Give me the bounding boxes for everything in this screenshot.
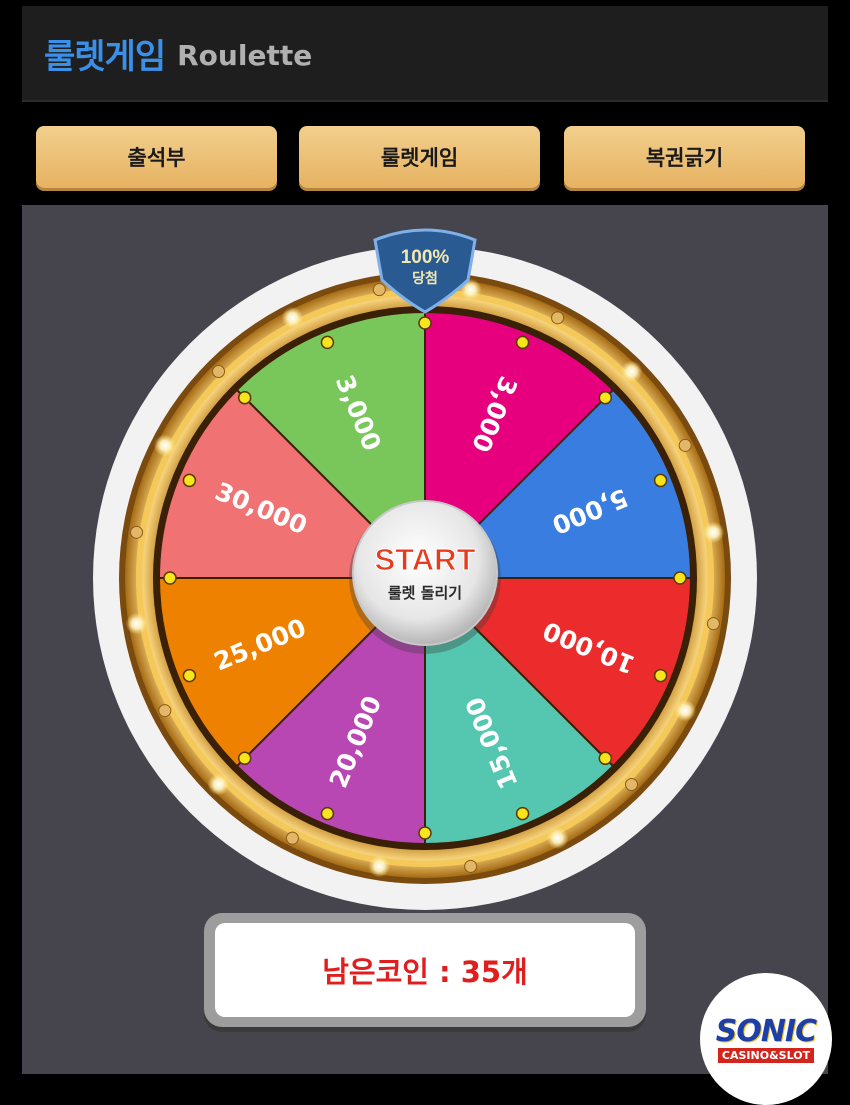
segment-mid-dot [653,668,668,683]
rim-stud [624,777,638,791]
segment-mid-dot [320,806,335,821]
rim-stud [678,438,692,452]
rim-stud [464,859,478,873]
logo-sub-text: CASINO&SLOT [717,1048,815,1063]
rim-stud [706,617,720,631]
segment-divider-dot [598,390,613,405]
segment-divider-dot [237,751,252,766]
rim-light-bulb [281,306,304,329]
segment-divider-dot [163,571,177,585]
rim-light-bulb [702,521,725,544]
rim-stud [158,704,172,718]
rim-light-bulb [125,612,148,635]
segment-divider-dot [418,316,432,330]
segment-mid-dot [182,668,197,683]
segment-divider-dot [418,826,432,840]
rim-light-bulb [546,827,569,850]
rim-light-bulb [620,360,643,383]
badge-label: 당첨 [412,270,438,287]
rim-stud [212,365,226,379]
sonic-logo: SONIC CASINO&SLOT [700,973,832,1105]
start-button[interactable]: START 룰렛 돌리기 [349,500,501,654]
segment-divider-dot [673,571,687,585]
rim-light-bulb [153,434,176,457]
rim-light-bulb [207,773,230,796]
logo-main-text: SONIC [715,1014,817,1049]
remaining-coins-label: 남은코인 : 35개 [215,923,635,1017]
start-sub-label: 룰렛 돌리기 [388,584,462,602]
segment-divider-dot [237,390,252,405]
rim-light-bulb [368,855,391,878]
remaining-coins-box: 남은코인 : 35개 [204,913,646,1027]
start-label: START [374,542,475,577]
badge-percent: 100% [401,247,450,268]
segment-divider-dot [598,751,613,766]
rim-stud [285,831,299,845]
rim-stud [372,283,386,297]
rim-light-bulb [674,699,697,722]
segment-mid-dot [515,806,530,821]
segment-mid-dot [653,473,668,488]
segment-mid-dot [515,335,530,350]
segment-mid-dot [182,473,197,488]
segment-mid-dot [320,335,335,350]
rim-stud [551,311,565,325]
rim-stud [130,525,144,539]
